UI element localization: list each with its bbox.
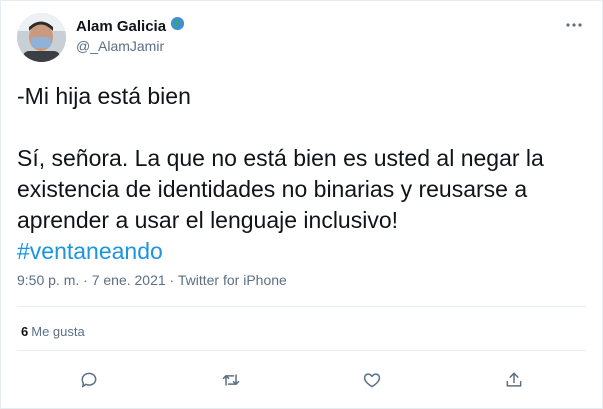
divider <box>17 306 586 307</box>
hashtag-link[interactable]: #ventaneando <box>17 236 577 267</box>
tweet-text: -Mi hija está bien Sí, señora. La que no… <box>17 81 577 267</box>
divider <box>17 350 586 351</box>
reply-icon[interactable] <box>74 365 104 395</box>
avatar[interactable] <box>17 13 66 62</box>
tweet-source[interactable]: Twitter for iPhone <box>178 272 287 288</box>
likes-count: 6 <box>21 324 29 339</box>
author-name-row: Alam Galicia <box>76 16 185 36</box>
meta-separator: · <box>165 272 178 288</box>
globe-americas-icon <box>170 16 185 36</box>
author-name[interactable]: Alam Galicia <box>76 18 166 35</box>
share-icon[interactable] <box>499 365 529 395</box>
author-handle[interactable]: @_AlamJamir <box>76 38 164 54</box>
tweet-timestamp[interactable]: 9:50 p. m. · 7 ene. 2021 <box>17 272 166 288</box>
likes-label: Me gusta <box>31 324 85 339</box>
likes-stat[interactable]: 6 Me gusta <box>21 324 85 339</box>
tweet-line-body: Sí, señora. La que no está bien es usted… <box>17 145 544 233</box>
more-options-icon[interactable] <box>564 17 584 33</box>
tweet-card: Alam Galicia @_AlamJamir -Mi hija está b… <box>0 0 603 409</box>
tweet-line-quote: -Mi hija está bien <box>17 83 191 109</box>
like-icon[interactable] <box>357 365 387 395</box>
tweet-meta: 9:50 p. m. · 7 ene. 2021 · Twitter for i… <box>17 272 287 288</box>
retweet-icon[interactable] <box>216 365 246 395</box>
action-bar <box>61 365 541 395</box>
